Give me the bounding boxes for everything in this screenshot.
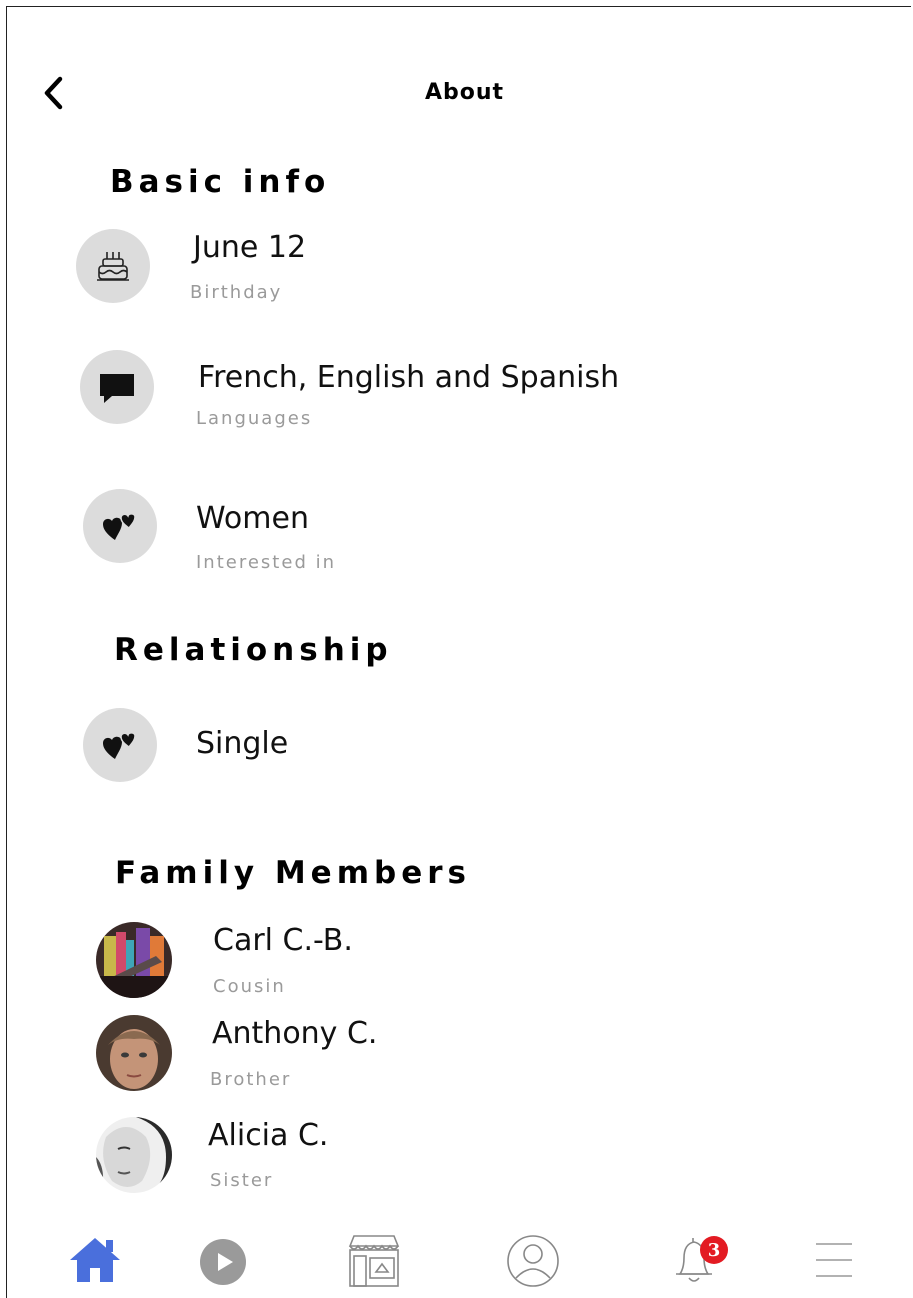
languages-icon-circle <box>80 350 154 424</box>
hearts-icon <box>103 513 136 540</box>
nav-menu[interactable] <box>814 1240 854 1284</box>
marketplace-icon <box>348 1235 400 1287</box>
nav-watch[interactable] <box>199 1238 247 1290</box>
interested-icon-circle <box>83 489 157 563</box>
interested-label: Interested in <box>196 552 336 573</box>
section-relationship: Relationship <box>114 632 393 668</box>
hearts-icon <box>103 732 136 759</box>
section-family-members: Family Members <box>115 855 471 891</box>
home-icon <box>70 1238 120 1282</box>
relationship-value: Single <box>196 726 289 761</box>
nav-home[interactable] <box>68 1234 122 1288</box>
play-icon <box>200 1239 246 1285</box>
family-member-name[interactable]: Carl C.-B. <box>213 923 353 958</box>
menu-icon <box>816 1243 852 1277</box>
avatar[interactable] <box>96 1117 172 1193</box>
notification-badge: 3 <box>700 1236 728 1264</box>
birthday-icon-circle <box>76 229 150 303</box>
family-member-relation: Brother <box>210 1069 292 1090</box>
avatar[interactable] <box>96 922 172 998</box>
family-member-relation: Sister <box>210 1170 274 1191</box>
languages-label: Languages <box>196 408 313 429</box>
avatar-image <box>96 922 172 998</box>
interested-value: Women <box>196 501 309 536</box>
family-member-name[interactable]: Anthony C. <box>212 1016 377 1051</box>
nav-marketplace[interactable] <box>346 1232 402 1292</box>
birthday-value: June 12 <box>193 230 307 265</box>
bottom-navigation: 3 <box>0 1228 913 1298</box>
nav-notifications[interactable]: 3 <box>672 1232 728 1292</box>
birthday-cake-icon <box>97 252 129 281</box>
avatar-image <box>96 1015 172 1091</box>
nav-profile[interactable] <box>506 1234 560 1292</box>
languages-value: French, English and Spanish <box>198 360 620 395</box>
section-basic-info: Basic info <box>110 164 331 200</box>
speech-bubble-icon <box>100 374 134 403</box>
relationship-icon-circle <box>83 708 157 782</box>
birthday-label: Birthday <box>190 282 283 303</box>
family-member-name[interactable]: Alicia C. <box>208 1118 328 1153</box>
family-member-relation: Cousin <box>213 976 286 997</box>
avatar[interactable] <box>96 1015 172 1091</box>
page-title: About <box>424 80 505 105</box>
profile-icon <box>507 1235 559 1287</box>
avatar-image <box>96 1117 172 1193</box>
